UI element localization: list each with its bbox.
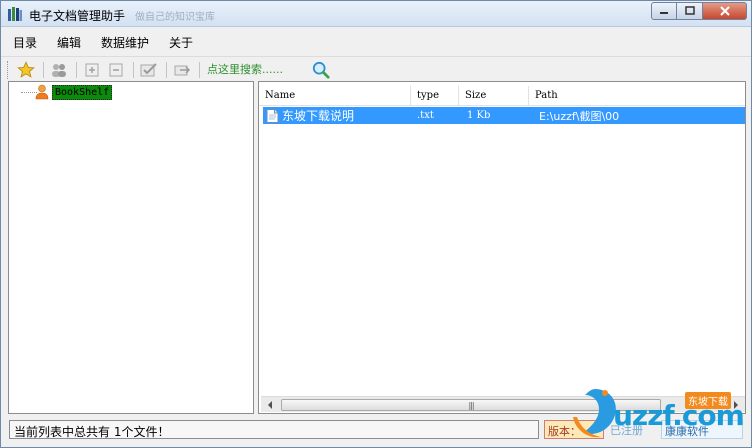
file-list[interactable]: Name type Size Path 东坡下载说明 .txt 1 Kb E:\… — [258, 81, 746, 414]
user-icon — [35, 84, 49, 100]
toolbar-separator — [199, 61, 200, 78]
maximize-button[interactable] — [677, 2, 703, 20]
toolbar — [1, 56, 751, 82]
file-name-cell: 东坡下载说明 — [263, 107, 413, 124]
menu-directory[interactable]: 目录 — [13, 34, 37, 51]
file-size-cell: 1 Kb — [467, 110, 491, 121]
window-subtitle: 做自己的知识宝库 — [135, 12, 215, 23]
toolbar-grip[interactable] — [7, 60, 10, 79]
bookshelf-tree[interactable]: BookShelf — [8, 81, 254, 414]
search-button[interactable] — [311, 60, 331, 80]
app-window: 电子文档管理助手 做自己的知识宝库 目录 编辑 数据维护 关于 点这里搜索...… — [0, 0, 752, 448]
move-button[interactable] — [172, 60, 192, 80]
minus-icon — [109, 63, 123, 76]
file-path-cell: E:\uzzf\截图\00 — [539, 109, 620, 123]
column-header-size[interactable]: Size — [459, 86, 529, 106]
grip-icon: ||| — [468, 400, 474, 410]
version-label: 版本： — [544, 420, 604, 439]
maximize-icon — [684, 6, 695, 15]
toolbar-separator — [133, 61, 134, 78]
menu-edit[interactable]: 编辑 — [57, 34, 81, 51]
move-icon — [174, 65, 191, 75]
file-name: 东坡下载说明 — [282, 109, 355, 123]
title-bar[interactable]: 电子文档管理助手 做自己的知识宝库 — [1, 1, 751, 27]
close-button[interactable] — [703, 2, 747, 20]
chevron-left-icon — [268, 401, 272, 409]
books-icon — [8, 7, 22, 21]
scroll-left-button[interactable] — [262, 398, 278, 412]
document-icon — [266, 108, 279, 123]
users-button[interactable] — [49, 60, 69, 80]
column-header-path[interactable]: Path — [529, 86, 745, 106]
users-icon — [52, 63, 66, 77]
window-title: 电子文档管理助手 — [29, 9, 126, 23]
registration-status: 已注册 — [610, 424, 643, 437]
file-type-cell: .txt — [417, 110, 434, 121]
status-message: 当前列表中总共有 1个文件！ — [9, 420, 539, 439]
tree-node-bookshelf[interactable]: BookShelf — [35, 84, 113, 100]
column-header-type[interactable]: type — [411, 86, 459, 106]
table-row[interactable]: 东坡下载说明 .txt 1 Kb E:\uzzf\截图\00 — [263, 107, 745, 124]
star-icon — [17, 60, 35, 78]
toolbar-separator — [76, 61, 77, 78]
menu-about[interactable]: 关于 — [169, 34, 193, 51]
check-button[interactable] — [139, 60, 159, 80]
column-header-name[interactable]: Name — [259, 86, 411, 106]
plus-icon — [85, 63, 99, 76]
search-input[interactable] — [207, 60, 305, 79]
toolbar-separator — [166, 61, 167, 78]
menu-data-maintenance[interactable]: 数据维护 — [101, 34, 149, 51]
expand-button[interactable] — [82, 60, 102, 80]
search-icon — [312, 61, 330, 79]
tree-node-label: BookShelf — [52, 84, 113, 100]
collapse-button[interactable] — [106, 60, 126, 80]
close-icon — [719, 6, 730, 16]
favorite-button[interactable] — [16, 60, 36, 80]
minimize-button[interactable] — [651, 2, 677, 20]
horizontal-scrollbar[interactable]: ||| — [261, 396, 745, 412]
publisher-label: 康康软件 — [661, 420, 743, 439]
window-controls — [651, 2, 747, 20]
list-header: Name type Size Path — [259, 86, 745, 106]
scroll-thumb[interactable]: ||| — [281, 399, 661, 411]
status-bar: 当前列表中总共有 1个文件！ 版本： 已注册 康康软件 — [1, 418, 751, 446]
check-icon — [140, 62, 157, 76]
minimize-icon — [660, 12, 668, 14]
chevron-right-icon — [734, 401, 738, 409]
scroll-right-button[interactable] — [728, 398, 744, 412]
menu-bar: 目录 编辑 数据维护 关于 — [1, 30, 751, 54]
toolbar-separator — [43, 61, 44, 78]
